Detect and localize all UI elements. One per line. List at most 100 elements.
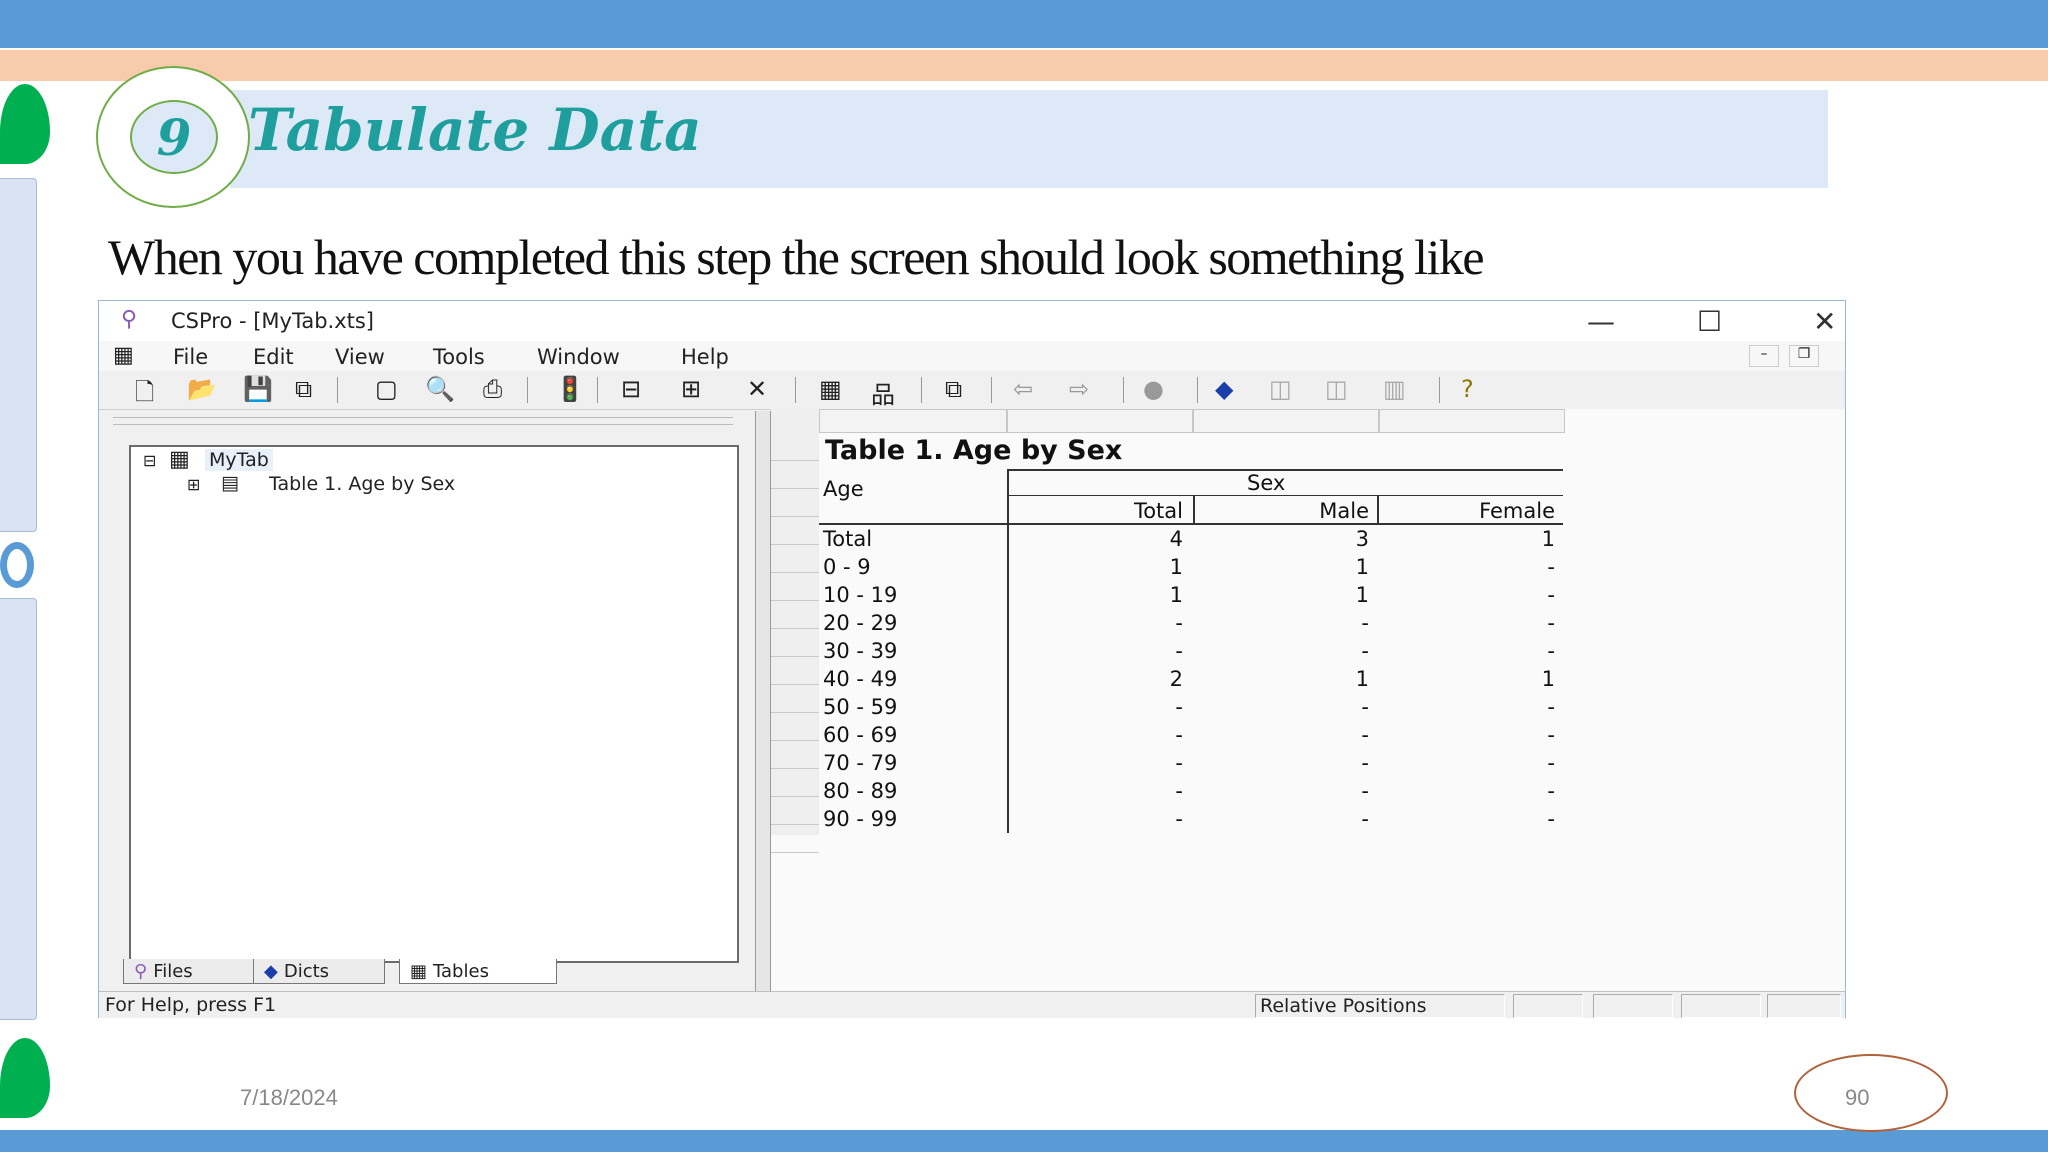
- forward-icon[interactable]: ⇨: [1069, 375, 1089, 403]
- menu-tools[interactable]: Tools: [433, 345, 485, 369]
- cspro-app-icon: ⚲: [121, 307, 138, 332]
- help-icon[interactable]: ?: [1461, 375, 1474, 403]
- status-panel: [1681, 994, 1761, 1018]
- menu-view[interactable]: View: [335, 345, 385, 369]
- table-cell: -: [1175, 807, 1183, 831]
- stop-icon[interactable]: ●: [1143, 375, 1164, 403]
- column-header-cell[interactable]: [1007, 409, 1193, 433]
- toolbar-separator: [1439, 377, 1440, 403]
- toolbar-separator: [597, 377, 598, 403]
- menu-edit[interactable]: Edit: [253, 345, 294, 369]
- side-panel-lower: [0, 598, 37, 1020]
- row-header-cell[interactable]: [771, 825, 819, 853]
- menu-window[interactable]: Window: [537, 345, 620, 369]
- layers2-icon[interactable]: ◫: [1325, 375, 1348, 403]
- row-header-cell[interactable]: [771, 629, 819, 657]
- back-icon[interactable]: ⇦: [1013, 375, 1033, 403]
- row-label: 60 - 69: [823, 723, 898, 747]
- peach-accent-band: [0, 50, 2048, 81]
- row-header-cell[interactable]: [771, 489, 819, 517]
- tab-tables-label: Tables: [433, 960, 489, 982]
- row-header-cell[interactable]: [771, 461, 819, 489]
- window-title: CSPro - [MyTab.xts]: [171, 309, 374, 333]
- column-header-cell[interactable]: [819, 409, 1007, 433]
- table-cell: -: [1175, 611, 1183, 635]
- pane-tabs: ⚲ Files ◆ Dicts ▦ Tables: [123, 959, 723, 985]
- row-header-cell[interactable]: [771, 657, 819, 685]
- column-header-cell[interactable]: [1379, 409, 1565, 433]
- row-header-cell[interactable]: [771, 433, 819, 461]
- open-icon[interactable]: 📂: [187, 375, 217, 403]
- book-icon[interactable]: ◆: [1215, 375, 1233, 403]
- save-all-icon[interactable]: ⧉: [295, 375, 312, 403]
- spanner-header: Sex: [1247, 471, 1286, 495]
- table-cell: -: [1547, 583, 1555, 607]
- menu-help[interactable]: Help: [681, 345, 729, 369]
- side-panel-upper: [0, 178, 37, 532]
- copy-icon[interactable]: ⧉: [945, 375, 962, 403]
- tree-root-label[interactable]: MyTab: [205, 449, 273, 471]
- column-header-female: Female: [1479, 499, 1555, 523]
- row-header-cell[interactable]: [771, 685, 819, 713]
- table-cell: -: [1547, 555, 1555, 579]
- status-panel: [1513, 994, 1583, 1018]
- column-header-cell[interactable]: [1193, 409, 1379, 433]
- table-cell: -: [1175, 695, 1183, 719]
- print-icon[interactable]: ⎙: [483, 375, 502, 403]
- minimize-button[interactable]: —: [1587, 305, 1615, 338]
- pane-splitter[interactable]: [755, 411, 771, 991]
- collapse-icon[interactable]: ⊟: [143, 451, 156, 470]
- child-restore-button[interactable]: ❐: [1789, 345, 1819, 367]
- toolbar: 🗋 📂 💾 ⧉ ▢ 🔍 ⎙ 🚦 ⊟ ⊞ ✕ ▦ 品 ⧉ ⇦ ⇨ ● ◆ ◫ ◫ …: [99, 371, 1845, 410]
- row-header-cell[interactable]: [771, 517, 819, 545]
- table-cell: -: [1547, 807, 1555, 831]
- tab-files[interactable]: ⚲ Files: [123, 959, 255, 984]
- layers3-icon[interactable]: ▥: [1383, 375, 1406, 403]
- row-header-cell[interactable]: [771, 601, 819, 629]
- tab-tables[interactable]: ▦ Tables: [399, 959, 557, 984]
- table-cell: 1: [1169, 555, 1183, 579]
- print-preview-icon[interactable]: 🔍: [425, 375, 455, 403]
- window-icon[interactable]: ▢: [375, 375, 398, 403]
- table-cell: -: [1547, 751, 1555, 775]
- toolbar-separator: [1197, 377, 1198, 403]
- delete-icon[interactable]: ✕: [747, 375, 767, 403]
- row-label: 90 - 99: [823, 807, 898, 831]
- table-cell: 2: [1169, 667, 1183, 691]
- row-header-cell[interactable]: [771, 545, 819, 573]
- tab-dicts[interactable]: ◆ Dicts: [253, 959, 385, 984]
- slide-title: Tabulate Data: [248, 96, 702, 164]
- save-icon[interactable]: 💾: [243, 375, 273, 403]
- tree-icon[interactable]: 品: [871, 375, 895, 410]
- row-header-cell[interactable]: [771, 797, 819, 825]
- row-header-cell[interactable]: [771, 713, 819, 741]
- row-header-cell[interactable]: [771, 573, 819, 601]
- maximize-button[interactable]: ☐: [1697, 305, 1722, 338]
- files-icon: ⚲: [134, 960, 148, 982]
- top-accent-band: [0, 0, 2048, 48]
- add-row-icon[interactable]: ⊟: [621, 375, 641, 403]
- status-mode-text: Relative Positions: [1260, 995, 1427, 1017]
- table-cell: 4: [1169, 527, 1183, 551]
- add-column-icon[interactable]: ⊞: [681, 375, 701, 403]
- tree-child-label[interactable]: Table 1. Age by Sex: [269, 473, 455, 495]
- grid-icon[interactable]: ▦: [819, 375, 842, 403]
- run-icon[interactable]: 🚦: [555, 375, 585, 403]
- row-header-column: [771, 409, 820, 853]
- toolbar-separator: [991, 377, 992, 403]
- child-minimize-button[interactable]: –: [1749, 345, 1779, 367]
- layers-icon[interactable]: ◫: [1269, 375, 1292, 403]
- expand-icon[interactable]: ⊞: [187, 475, 200, 494]
- window-titlebar: ⚲ CSPro - [MyTab.xts] — ☐ ✕: [99, 301, 1845, 341]
- close-button[interactable]: ✕: [1813, 305, 1836, 338]
- menu-file[interactable]: File: [173, 345, 208, 369]
- toolbar-separator: [337, 377, 338, 403]
- column-divider: [1377, 495, 1379, 523]
- row-header-cell[interactable]: [771, 769, 819, 797]
- new-icon[interactable]: 🗋: [135, 375, 154, 416]
- row-header-cell[interactable]: [771, 741, 819, 769]
- table-cell: -: [1361, 723, 1369, 747]
- pane-gripper: [113, 417, 733, 425]
- table-cell: -: [1547, 779, 1555, 803]
- column-divider: [1193, 495, 1195, 523]
